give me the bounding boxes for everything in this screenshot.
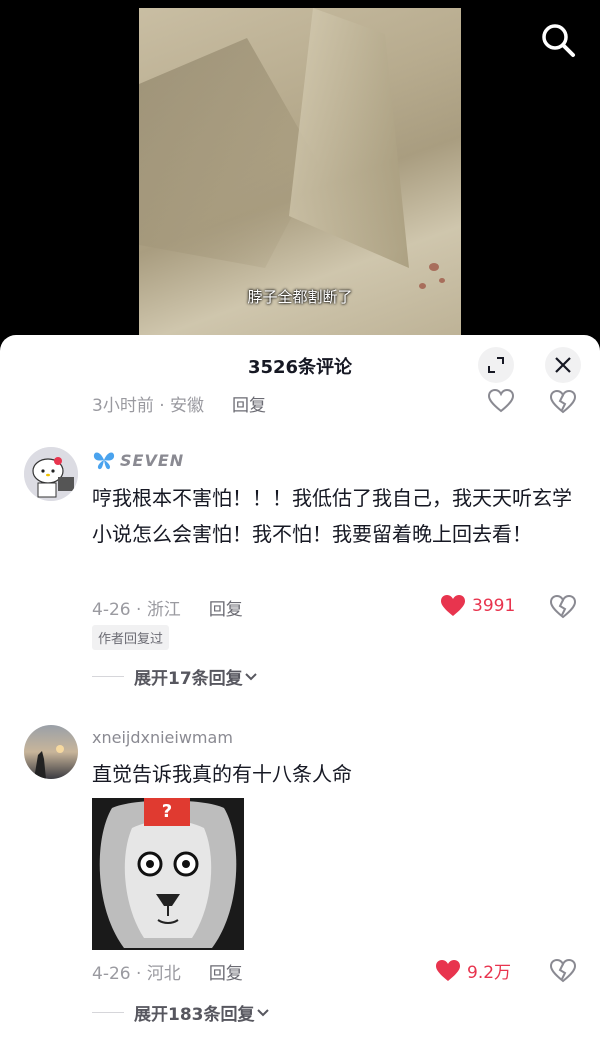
like-button[interactable]: 9.2万 (435, 958, 511, 983)
comment-text: 哼我根本不害怕！！！我低估了我自己，我天天听玄学小说怎么会害怕！我不怕！我要留着… (92, 486, 572, 546)
comment-date: 4-26 (92, 964, 131, 984)
partial-like-button[interactable] (488, 389, 514, 413)
comment-location: 河北 (146, 964, 181, 984)
sunset-avatar (24, 725, 78, 779)
like-count: 3991 (472, 596, 516, 616)
partial-comment-meta: 3小时前 · 安徽 回复 (92, 391, 266, 416)
avatar[interactable] (24, 447, 78, 501)
comment-date: 4-26 (92, 600, 131, 620)
partial-meta-info: 3小时前 · 安徽 (92, 396, 205, 416)
question-badge: ? (144, 798, 190, 826)
expand-replies-button[interactable]: 展开17条回复 (92, 664, 259, 689)
heart-icon (441, 595, 465, 616)
expand-replies-button[interactable]: 展开183条回复 (92, 1000, 271, 1025)
heart-icon (488, 389, 514, 413)
comment-text: 直觉告诉我真的有十八条人命 (92, 762, 352, 786)
expand-icon (488, 357, 504, 373)
expand-button[interactable] (478, 347, 514, 383)
comment-username-text: SEVEN (120, 450, 185, 470)
chevron-down-icon (244, 672, 257, 680)
comment-meta-info: 4-26 · 浙江 (92, 600, 181, 620)
butterfly-icon (93, 452, 115, 470)
video-player[interactable]: 脖子全都割断了 (0, 0, 600, 345)
partial-comment-location: 安徽 (170, 396, 205, 416)
like-count: 9.2万 (467, 963, 512, 983)
heart-icon (436, 959, 460, 981)
comment-meta-info: 4-26 · 河北 (92, 964, 181, 984)
comment-image[interactable]: ? (92, 798, 244, 950)
comment-location: 浙江 (146, 600, 181, 620)
dislike-icon (549, 958, 577, 983)
dislike-icon (549, 389, 577, 414)
chevron-down-icon (256, 1008, 269, 1016)
video-stain (439, 278, 445, 283)
reply-button[interactable]: 回复 (209, 959, 243, 984)
dislike-icon (549, 594, 577, 619)
comment-username[interactable]: SEVEN (92, 450, 184, 470)
hello-kitty-avatar (24, 447, 78, 501)
partial-dislike-button[interactable] (549, 389, 577, 416)
dislike-button[interactable] (549, 958, 577, 985)
close-button[interactable] (545, 347, 581, 383)
comment-meta: 4-26 · 河北 回复 (92, 959, 243, 984)
comment-sheet: 3526条评论 3小时前 · 安徽 回复 SEVEN 哼我根本不害怕！！！我低估… (0, 335, 600, 1047)
dislike-button[interactable] (549, 594, 577, 621)
comment-username[interactable]: xneijdxnieiwmam (92, 728, 233, 747)
video-cloth-shadow (139, 38, 319, 268)
like-button[interactable]: 3991 (440, 594, 515, 618)
partial-comment-time: 3小时前 (92, 396, 154, 416)
expand-replies-label: 展开183条回复 (134, 1005, 255, 1025)
video-subtitle: 脖子全都割断了 (247, 288, 353, 306)
reply-button[interactable]: 回复 (209, 595, 243, 620)
video-stain (429, 263, 439, 271)
expand-replies-label: 展开17条回复 (134, 669, 243, 689)
search-icon (542, 24, 575, 57)
author-replied-badge: 作者回复过 (92, 625, 170, 650)
divider-line (92, 1012, 124, 1013)
comment-meta: 4-26 · 浙江 回复 (92, 595, 243, 620)
partial-reply-button[interactable]: 回复 (232, 391, 266, 416)
video-cloth-fold (289, 8, 409, 268)
video-frame[interactable]: 脖子全都割断了 (139, 8, 461, 338)
divider-line (92, 676, 124, 677)
avatar[interactable] (24, 725, 78, 779)
close-icon (555, 357, 571, 373)
search-button[interactable] (538, 20, 578, 60)
